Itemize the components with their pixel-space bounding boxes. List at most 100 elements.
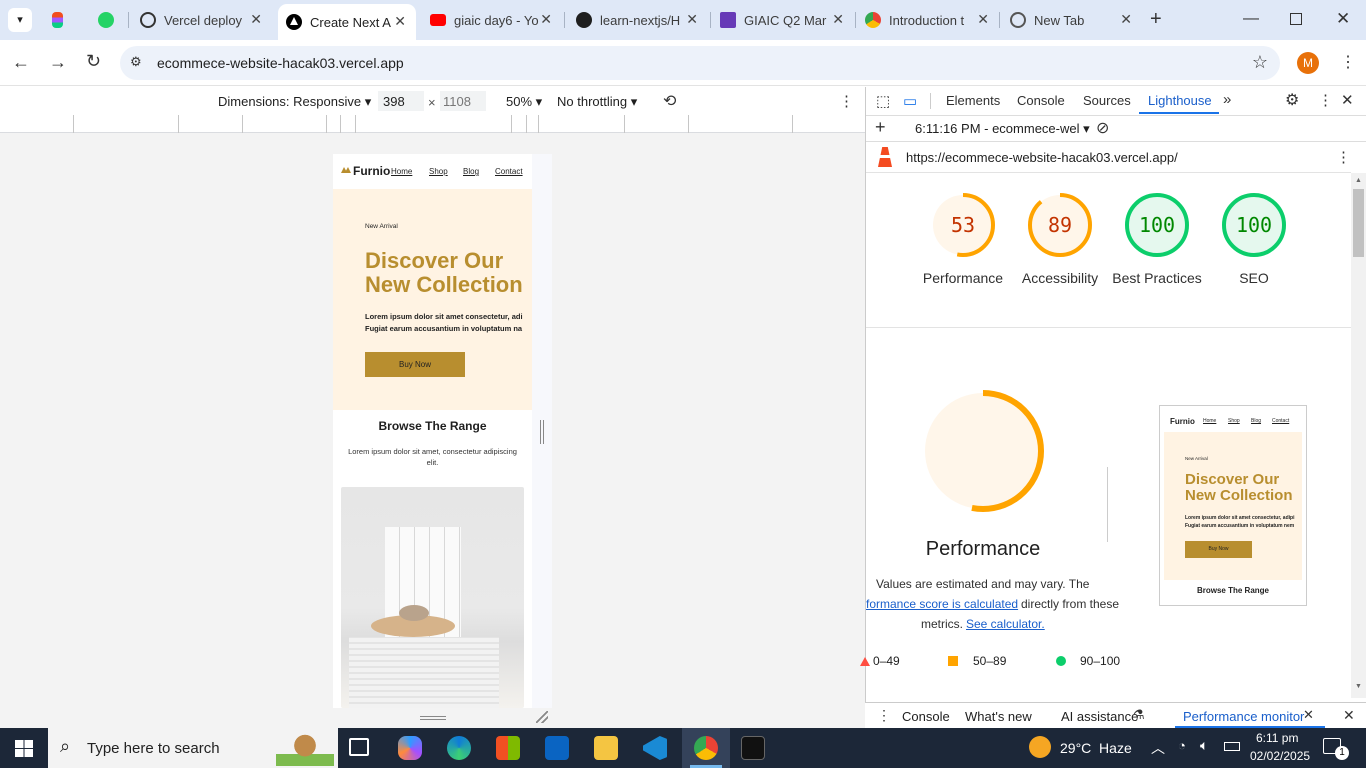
zoom-select[interactable]: 50% ▾	[506, 94, 542, 110]
media-query-ruler[interactable]	[0, 115, 865, 133]
width-field[interactable]: 398	[378, 91, 424, 111]
address-bar[interactable]: ⚙ ecommece-website-hacak03.vercel.app ☆	[120, 46, 1280, 80]
throttling-select[interactable]: No throttling ▾	[557, 94, 637, 110]
score-label-best-practices[interactable]: Best Practices	[1107, 268, 1207, 288]
report-menu-icon[interactable]: ⋮	[1336, 148, 1351, 166]
more-options-icon[interactable]: ⋮	[839, 92, 854, 110]
new-tab-button[interactable]: +	[1150, 8, 1162, 31]
close-icon[interactable]: ✕	[832, 11, 844, 28]
inspect-icon[interactable]: ⬚	[876, 92, 890, 110]
back-button[interactable]: ←	[12, 52, 30, 73]
show-hidden-icons[interactable]: ︿	[1151, 738, 1165, 758]
tab-github[interactable]: learn-nextjs/H ✕	[568, 5, 708, 35]
see-calculator-link[interactable]: See calculator.	[966, 617, 1045, 631]
windows-start-icon[interactable]	[15, 740, 33, 757]
nav-blog[interactable]: Blog	[463, 167, 479, 176]
dimensions-select[interactable]: Dimensions: Responsive ▾	[218, 94, 371, 110]
volume-icon[interactable]: 🔈︎	[1200, 737, 1208, 754]
restore-button[interactable]	[1290, 13, 1302, 25]
edge-icon[interactable]	[447, 736, 471, 760]
rotate-icon[interactable]: ⟲	[663, 91, 676, 111]
close-icon[interactable]: ✕	[686, 11, 698, 28]
thumb-body-2: Fugiat earum accusantium in voluptatum n…	[1185, 523, 1295, 529]
forward-button[interactable]: →	[49, 52, 67, 73]
close-icon[interactable]: ✕	[977, 11, 989, 28]
tab-title: giaic day6 - Yo	[454, 12, 539, 28]
device-mode-icon[interactable]: ▭	[903, 92, 917, 110]
store-icon[interactable]	[496, 736, 520, 760]
minimize-button[interactable]: —	[1243, 10, 1259, 28]
tab-whatsapp[interactable]	[90, 5, 128, 35]
copilot-icon[interactable]	[398, 736, 422, 760]
more-tabs-icon[interactable]: »	[1223, 91, 1231, 108]
range-image[interactable]	[341, 487, 524, 708]
terminal-icon[interactable]	[741, 736, 765, 760]
tab-sources[interactable]: Sources	[1083, 93, 1131, 108]
outlook-icon[interactable]	[545, 736, 569, 760]
drawer-tab-console[interactable]: Console	[902, 709, 950, 724]
profile-avatar[interactable]: M	[1297, 52, 1319, 74]
bookmark-star-icon[interactable]: ☆	[1252, 52, 1268, 73]
close-drawer-icon[interactable]: ✕	[1343, 707, 1355, 724]
file-explorer-icon[interactable]	[594, 736, 618, 760]
vscode-icon[interactable]	[643, 736, 667, 760]
panel-scrollbar[interactable]: ▲ ▼	[1351, 173, 1366, 698]
tab-introduction[interactable]: Introduction t ✕	[857, 5, 999, 35]
new-report-icon[interactable]: +	[875, 117, 886, 138]
close-icon[interactable]: ✕	[1120, 11, 1132, 28]
tab-youtube[interactable]: giaic day6 - Yo ✕	[422, 5, 562, 35]
height-field[interactable]: 1108	[440, 91, 486, 111]
reload-button[interactable]: ↻	[86, 51, 101, 72]
chrome-taskbar-active[interactable]	[682, 728, 730, 768]
tab-elements[interactable]: Elements	[946, 93, 1000, 108]
report-url[interactable]: https://ecommece-website-hacak03.vercel.…	[906, 150, 1178, 165]
tab-forms[interactable]: GIAIC Q2 Mar ✕	[712, 5, 854, 35]
browser-menu-icon[interactable]: ⋮	[1340, 52, 1356, 72]
page-screenshot-thumbnail[interactable]: Furnio Home Shop Blog Contact New Arriva…	[1159, 405, 1307, 606]
drawer-tab-ai-assistance[interactable]: AI assistance	[1061, 709, 1138, 724]
tab-lighthouse[interactable]: Lighthouse	[1148, 93, 1212, 108]
score-calc-link[interactable]: formance score is calculated	[866, 597, 1018, 611]
close-icon[interactable]: ✕	[540, 11, 552, 28]
tab-console[interactable]: Console	[1017, 93, 1065, 108]
close-icon[interactable]: ✕	[250, 11, 262, 28]
wifi-icon[interactable]: ◔	[1178, 738, 1186, 753]
nav-home[interactable]: Home	[391, 167, 412, 176]
score-label-seo[interactable]: SEO	[1204, 268, 1304, 288]
site-info-icon[interactable]: ⚙	[130, 54, 142, 70]
tab-title: learn-nextjs/H	[600, 12, 681, 28]
task-view-icon[interactable]	[349, 738, 369, 756]
weather-text[interactable]: 29°C Haze	[1060, 740, 1132, 756]
battery-icon[interactable]	[1224, 742, 1240, 751]
score-label-accessibility[interactable]: Accessibility	[1010, 268, 1110, 288]
drawer-menu-icon[interactable]: ⋮	[877, 707, 891, 724]
url-text[interactable]: ecommece-website-hacak03.vercel.app	[157, 55, 404, 71]
nav-shop[interactable]: Shop	[429, 167, 448, 176]
score-label-performance[interactable]: Performance	[913, 268, 1013, 288]
drawer-tab-performance-monitor[interactable]: Performance monitor	[1183, 709, 1304, 724]
tab-vercel[interactable]: Vercel deploy ✕	[132, 5, 272, 35]
clear-icon[interactable]: ⊘	[1096, 118, 1109, 138]
drawer-tab-whats-new[interactable]: What's new	[965, 709, 1032, 724]
close-window-button[interactable]: ✕	[1336, 9, 1350, 29]
clock-time[interactable]: 6:11 pm	[1256, 731, 1298, 745]
tab-search-button[interactable]: ▾	[8, 8, 32, 32]
report-select[interactable]: 6:11:16 PM - ecommece-wel ▾	[915, 121, 1090, 137]
throttling-label: No throttling	[557, 94, 628, 109]
close-icon[interactable]: ✕	[394, 13, 406, 30]
tab-new-tab[interactable]: New Tab ✕	[1002, 5, 1142, 35]
site-logo[interactable]: Furnio	[353, 164, 390, 178]
devtools-menu-icon[interactable]: ⋮	[1318, 91, 1333, 109]
clock-date[interactable]: 02/02/2025	[1250, 749, 1310, 763]
settings-gear-icon[interactable]: ⚙	[1285, 90, 1299, 110]
resize-handle-bottom[interactable]	[420, 716, 446, 720]
close-devtools-icon[interactable]: ✕	[1341, 91, 1354, 109]
nav-contact[interactable]: Contact	[495, 167, 523, 176]
resize-corner-icon[interactable]	[536, 711, 548, 723]
resize-handle-right[interactable]	[540, 420, 544, 444]
buy-now-button[interactable]: Buy Now	[365, 352, 465, 377]
taskbar-search[interactable]: ⌕ Type here to search	[48, 728, 338, 768]
tab-figma[interactable]	[44, 5, 82, 35]
close-tab-icon[interactable]: ✕	[1303, 707, 1314, 723]
tab-create-next[interactable]: Create Next A ✕	[278, 4, 416, 40]
